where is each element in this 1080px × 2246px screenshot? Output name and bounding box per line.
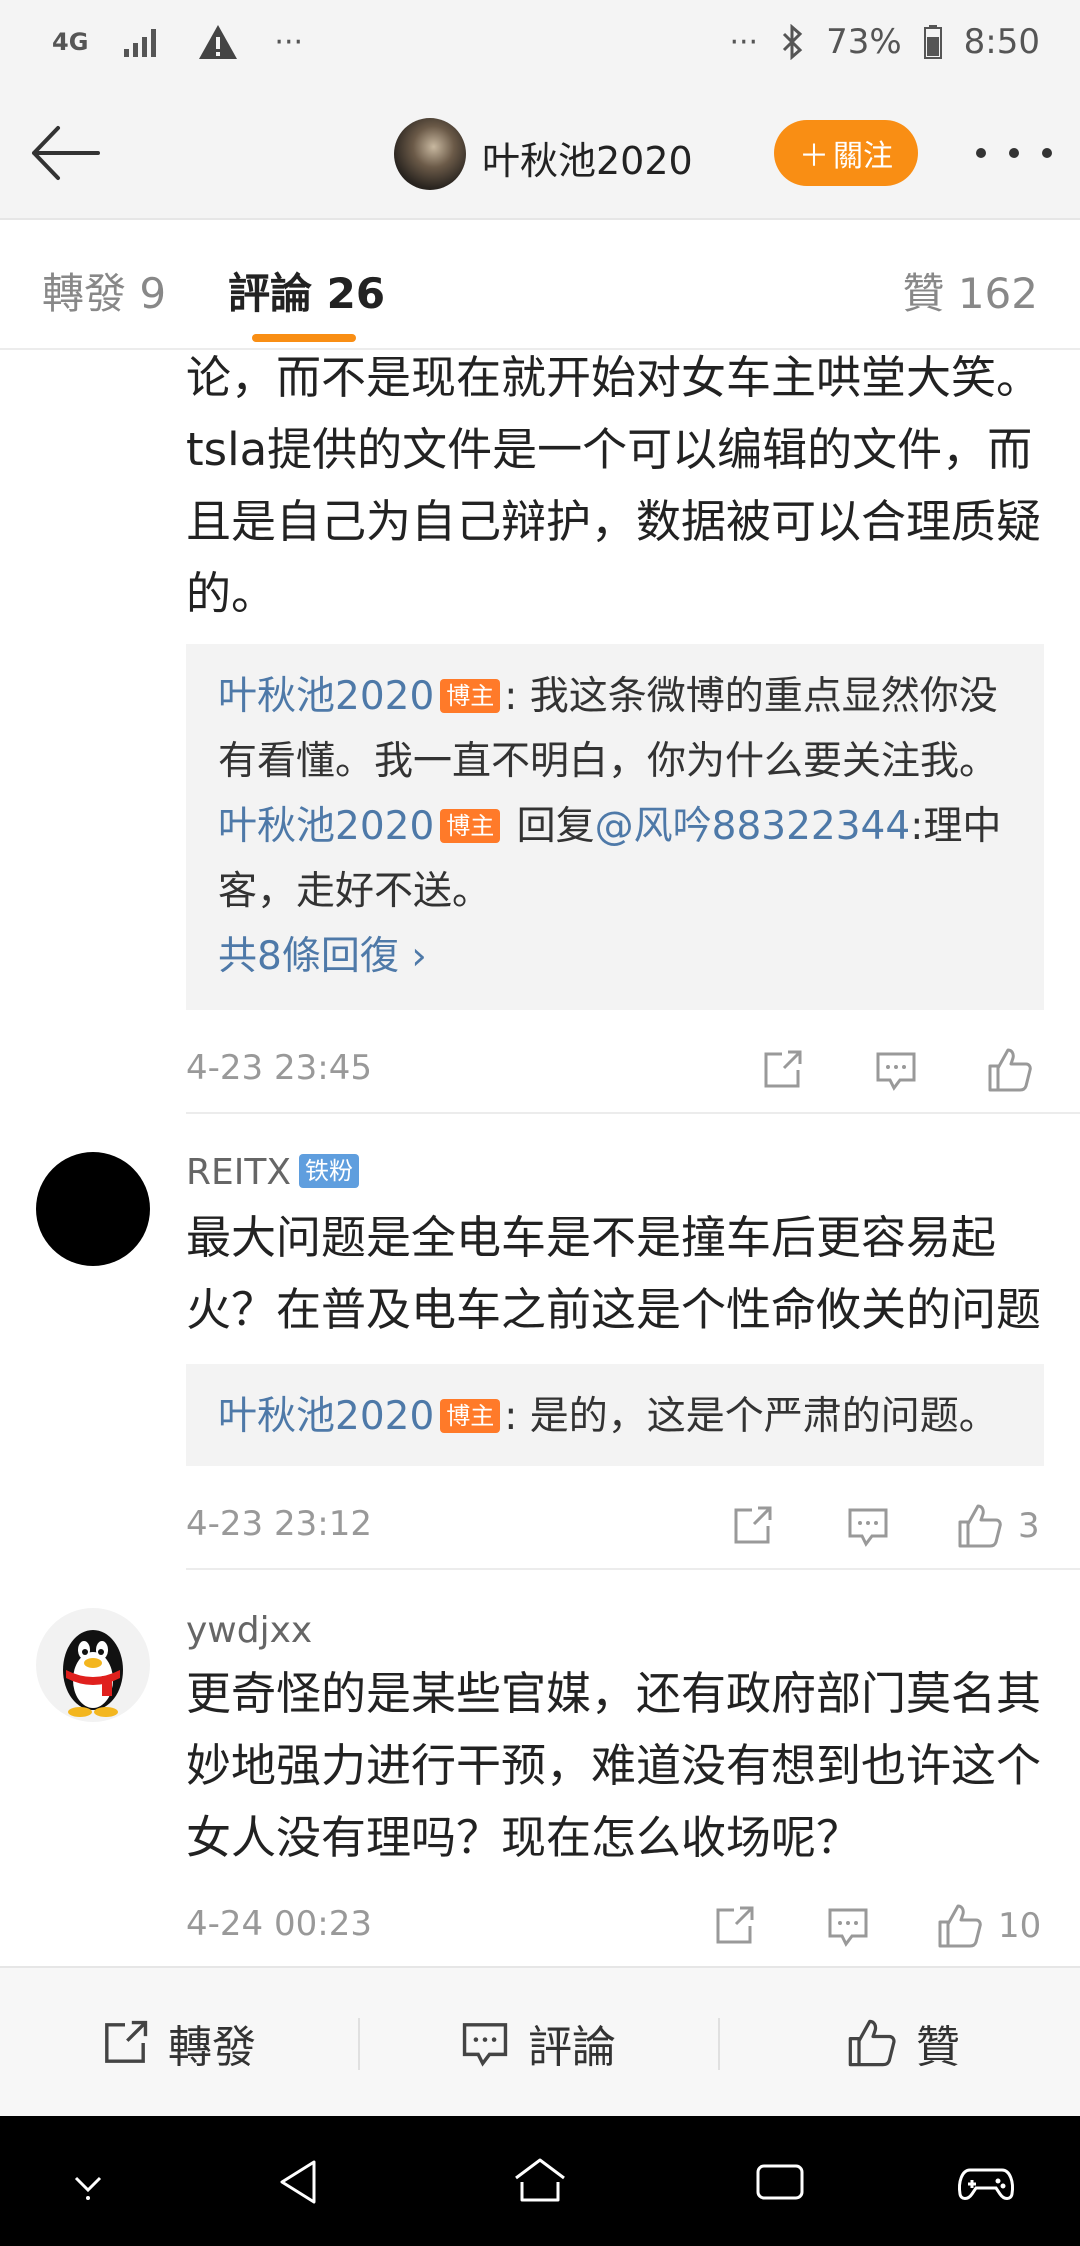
bottom-action-bar: 轉發 評論 贊 — [0, 1966, 1080, 2116]
divider — [718, 2018, 720, 2070]
comment-icon — [462, 2023, 508, 2067]
reply-author-link[interactable]: 叶秋池2020 — [218, 674, 434, 719]
comment-text: 更奇怪的是某些官媒，还有政府部门莫名其 妙地强力进行干预，难道没有想到也许这个 … — [186, 1667, 1042, 1864]
more-button[interactable] — [976, 138, 1052, 168]
reply-author-link[interactable]: 叶秋池2020 — [218, 804, 434, 849]
battery-icon — [923, 25, 942, 59]
clock: 8:50 — [963, 22, 1040, 62]
comment-button[interactable] — [826, 1900, 870, 1952]
repost-action-button[interactable]: 轉發 — [100, 1968, 256, 2118]
home-nav-button[interactable] — [510, 2152, 570, 2212]
like-icon — [848, 2019, 896, 2067]
comment-list[interactable]: 论，而不是现在就开始对女车主哄堂大笑。 tsla提供的文件是一个可以编辑的文件，… — [0, 352, 1080, 1966]
mention-link[interactable]: @风吟88322344 — [595, 804, 911, 849]
like-button[interactable] — [986, 1044, 1034, 1096]
commenter-avatar[interactable] — [36, 1608, 150, 1722]
like-button[interactable]: 10 — [936, 1900, 1041, 1952]
penguin-icon — [63, 1630, 123, 1717]
tab-likes[interactable]: 贊 162 — [902, 260, 1038, 321]
share-icon — [716, 1906, 754, 1944]
hide-keyboard-button[interactable] — [58, 2152, 118, 2212]
status-bar: 4G ··· ··· 73% 8:50 — [0, 0, 1080, 88]
recents-nav-button[interactable] — [750, 2152, 810, 2212]
author-avatar[interactable] — [394, 118, 466, 190]
back-button[interactable] — [26, 118, 106, 188]
plus-icon: ＋ — [799, 139, 829, 174]
commenter-name[interactable]: REITX 铁粉 — [186, 1152, 360, 1194]
chevron-down-icon — [74, 2176, 102, 2200]
like-action-button[interactable]: 贊 — [846, 1968, 960, 2118]
active-tab-indicator — [252, 334, 356, 342]
comment-timestamp: 4-24 00:23 — [186, 1904, 372, 1944]
comment-timestamp: 4-23 23:12 — [186, 1504, 372, 1544]
tab-comments[interactable]: 評論 26 — [228, 260, 385, 321]
comment-timestamp: 4-23 23:45 — [186, 1048, 372, 1088]
comment-icon — [848, 1508, 888, 1547]
share-button[interactable] — [760, 1044, 804, 1096]
share-button[interactable] — [712, 1900, 756, 1952]
share-icon — [105, 2020, 148, 2063]
comment-icon — [828, 1908, 868, 1947]
reply-prefix: 回复 — [504, 804, 595, 849]
comment-meta: 4-23 23:45 — [186, 1040, 1044, 1100]
like-button[interactable]: 3 — [956, 1500, 1040, 1552]
like-icon — [938, 1904, 982, 1948]
system-nav-bar — [0, 2116, 1080, 2246]
comment-text: 论，而不是现在就开始对女车主哄堂大笑。 tsla提供的文件是一个可以编辑的文件，… — [186, 352, 1042, 620]
comment-label: 評論 — [528, 2022, 616, 2073]
host-badge: 博主 — [440, 678, 501, 713]
host-badge: 博主 — [440, 808, 501, 843]
tab-reposts[interactable]: 轉發 9 — [42, 260, 166, 321]
share-button[interactable] — [730, 1500, 774, 1552]
comment-action-button[interactable]: 評論 — [460, 1968, 616, 2118]
network-type: 4G — [52, 28, 89, 56]
tab-bar: 轉發 9 評論 26 贊 162 — [0, 218, 1080, 350]
game-tools-button[interactable] — [956, 2152, 1016, 2212]
like-label: 贊 — [916, 2022, 960, 2073]
game-icon — [958, 2168, 1014, 2200]
comment-meta: 4-24 00:23 10 — [186, 1896, 1044, 1956]
follow-label: 關注 — [833, 139, 893, 174]
recents-icon — [756, 2164, 804, 2200]
reply-thread[interactable]: 叶秋池2020 博主: 我这条微博的重点显然你没有看懂。我一直不明白，你为什么要关… — [186, 644, 1044, 1010]
host-badge: 博主 — [440, 1398, 501, 1433]
status-more-icon: ··· — [729, 24, 759, 60]
divider — [186, 1112, 1080, 1114]
like-count: 10 — [998, 1906, 1042, 1946]
comment-meta: 4-23 23:12 3 — [186, 1496, 1044, 1556]
more-notifications-icon: ··· — [274, 24, 304, 60]
top-header: 叶秋池2020 ＋ 關注 — [0, 88, 1080, 218]
fan-badge: 铁粉 — [299, 1154, 360, 1188]
share-icon — [764, 1050, 802, 1088]
commenter-name[interactable]: ywdjxx — [186, 1610, 312, 1651]
like-count: 3 — [1018, 1506, 1040, 1546]
signal-icon — [124, 29, 157, 57]
like-icon — [988, 1048, 1032, 1092]
home-icon — [515, 2158, 565, 2202]
author-name[interactable]: 叶秋池2020 — [482, 130, 693, 185]
bluetooth-icon — [783, 24, 803, 60]
battery-percent: 73% — [826, 22, 902, 62]
like-icon — [958, 1504, 1002, 1548]
back-arrow-icon — [32, 126, 100, 180]
view-more-replies[interactable]: 共8條回復 › — [218, 924, 1012, 989]
commenter-avatar[interactable] — [36, 1152, 150, 1266]
repost-label: 轉發 — [168, 2022, 256, 2073]
more-icon — [976, 148, 986, 158]
divider — [186, 1568, 1080, 1570]
follow-button[interactable]: ＋ 關注 — [774, 120, 918, 186]
reply-thread[interactable]: 叶秋池2020 博主: 是的，这是个严肃的问题。 — [186, 1364, 1044, 1466]
comment-text: 最大问题是全电车是不是撞车后更容易起 火？在普及电车之前这是个性命攸关的问题 — [186, 1211, 1042, 1336]
warning-icon — [199, 25, 238, 59]
comment-icon — [876, 1052, 916, 1091]
back-triangle-icon — [280, 2160, 316, 2204]
reply-text: : 是的，这是个严肃的问题。 — [504, 1394, 998, 1439]
comment-button[interactable] — [846, 1500, 890, 1552]
comment-button[interactable] — [874, 1044, 918, 1096]
divider — [358, 2018, 360, 2070]
reply-author-link[interactable]: 叶秋池2020 — [218, 1394, 434, 1439]
back-nav-button[interactable] — [270, 2152, 330, 2212]
share-icon — [734, 1506, 772, 1544]
